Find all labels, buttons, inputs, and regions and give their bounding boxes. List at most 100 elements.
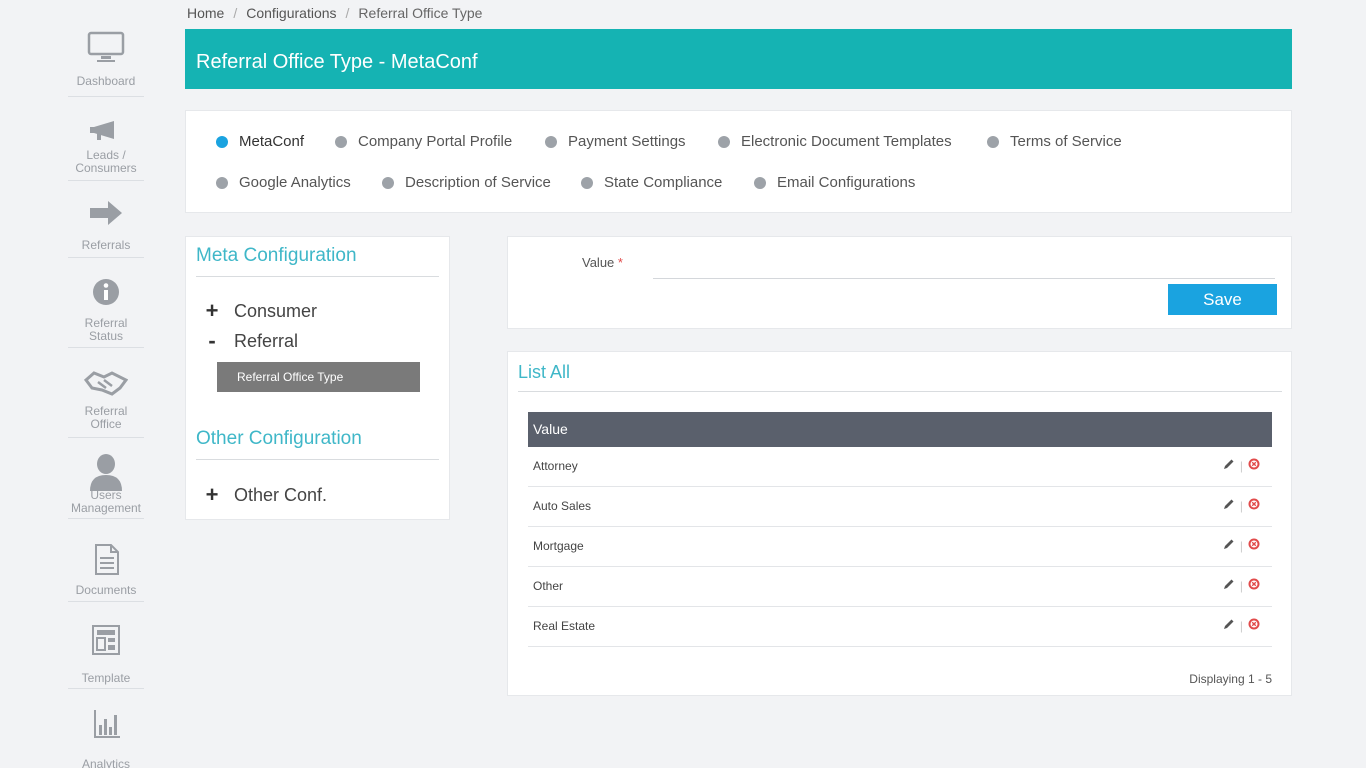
row-actions: | [1223, 487, 1260, 525]
dot-icon [581, 176, 593, 189]
tab-label: Company Portal Profile [358, 133, 513, 150]
row-value: Auto Sales [533, 499, 592, 513]
row-actions: | [1223, 527, 1260, 565]
divider [196, 276, 439, 277]
tab-label: Description of Service [405, 174, 551, 191]
delete-circle-icon[interactable] [1248, 527, 1260, 565]
sidebar-item-dashboard[interactable]: Dashboard [68, 30, 144, 97]
action-divider: | [1239, 499, 1243, 513]
breadcrumb: Home / Configurations / Referral Office Type [187, 5, 482, 21]
sidebar-item-label: Users Management [70, 488, 142, 515]
tab-google-analytics[interactable]: Google Analytics [216, 174, 351, 191]
value-form: Value * Save [507, 236, 1292, 329]
row-actions: | [1223, 567, 1260, 605]
sidebar-item-label: Leads / Consumers [75, 148, 137, 175]
sidebar-item-users-management[interactable]: Users Management [68, 453, 144, 519]
tab-terms-of-service[interactable]: Terms of Service [987, 133, 1122, 150]
tree-item-consumer[interactable]: + Consumer [202, 298, 317, 324]
arrow-right-icon [68, 198, 144, 231]
row-value: Real Estate [533, 619, 596, 633]
delete-circle-icon[interactable] [1248, 607, 1260, 645]
breadcrumb-configurations[interactable]: Configurations [246, 5, 336, 21]
value-label-text: Value [582, 255, 615, 270]
save-button[interactable]: Save [1168, 284, 1277, 315]
row-value: Other [533, 579, 564, 593]
monitor-icon [68, 30, 144, 67]
breadcrumb-current: Referral Office Type [358, 5, 483, 21]
tab-label: Electronic Document Templates [741, 133, 952, 150]
required-marker: * [617, 255, 623, 270]
edit-pencil-icon[interactable] [1223, 447, 1235, 485]
sidebar-item-label: Template [81, 671, 131, 685]
other-configuration-title: Other Configuration [196, 428, 362, 449]
handshake-icon [68, 370, 144, 399]
action-divider: | [1239, 539, 1243, 553]
dot-icon [382, 176, 394, 189]
expand-plus-icon[interactable]: + [202, 298, 222, 324]
sidebar-item-label: Referral Status [84, 316, 128, 343]
table-row: Auto Sales | [528, 487, 1272, 527]
sidebar-item-template[interactable]: Template [68, 623, 144, 689]
sidebar-item-label: Dashboard [76, 74, 136, 88]
tree-item-other-conf[interactable]: + Other Conf. [202, 482, 327, 508]
tab-state-compliance[interactable]: State Compliance [581, 174, 722, 191]
sidebar-item-label: Documents [75, 583, 137, 597]
tab-electronic-document-templates[interactable]: Electronic Document Templates [718, 133, 952, 150]
tab-label: Payment Settings [568, 133, 686, 150]
tab-metaconf[interactable]: MetaConf [216, 133, 304, 150]
table-row: Mortgage | [528, 527, 1272, 567]
delete-circle-icon[interactable] [1248, 567, 1260, 605]
divider [518, 391, 1282, 392]
dot-icon [718, 135, 730, 148]
row-value: Attorney [533, 459, 578, 473]
tab-label: Google Analytics [239, 174, 351, 191]
table-header-value: Value [528, 412, 1272, 447]
sidebar-item-documents[interactable]: Documents [68, 543, 144, 602]
tab-company-portal-profile[interactable]: Company Portal Profile [335, 133, 512, 150]
row-actions: | [1223, 607, 1260, 645]
row-value: Mortgage [533, 539, 584, 553]
collapse-minus-icon[interactable]: - [202, 328, 222, 354]
action-divider: | [1239, 459, 1243, 473]
edit-pencil-icon[interactable] [1223, 607, 1235, 645]
dot-icon [754, 176, 766, 189]
tab-description-of-service[interactable]: Description of Service [382, 174, 551, 191]
sidebar-item-referral-status[interactable]: Referral Status [68, 278, 144, 348]
edit-pencil-icon[interactable] [1223, 567, 1235, 605]
tree-item-label: Other Conf. [234, 484, 328, 505]
delete-circle-icon[interactable] [1248, 487, 1260, 525]
tree-item-referral[interactable]: - Referral [202, 328, 298, 354]
tab-email-configurations[interactable]: Email Configurations [754, 174, 915, 191]
document-icon [68, 543, 144, 578]
value-input[interactable] [653, 257, 1275, 279]
edit-pencil-icon[interactable] [1223, 487, 1235, 525]
breadcrumb-separator: / [345, 5, 350, 21]
sidebar-item-analytics[interactable]: Analytics [68, 707, 144, 768]
sidebar-item-referrals[interactable]: Referrals [68, 198, 144, 258]
dot-icon [335, 135, 347, 148]
meta-configuration-title: Meta Configuration [196, 245, 357, 266]
expand-plus-icon[interactable]: + [202, 482, 222, 508]
action-divider: | [1239, 619, 1243, 633]
breadcrumb-home[interactable]: Home [187, 5, 224, 21]
tab-label: Terms of Service [1010, 133, 1122, 150]
table-row: Real Estate | [528, 607, 1272, 647]
sidebar-nav: Dashboard Leads / Consumers Referrals Re… [0, 0, 180, 768]
tree-item-referral-office-type[interactable]: Referral Office Type [217, 362, 420, 392]
pagination-status: Displaying 1 - 5 [1189, 672, 1272, 686]
row-actions: | [1223, 447, 1260, 485]
megaphone-icon [68, 118, 144, 145]
tab-label: Email Configurations [777, 174, 916, 191]
delete-circle-icon[interactable] [1248, 447, 1260, 485]
values-table: Value Attorney | Auto Sales | Mortgage | [528, 412, 1272, 647]
sidebar-item-leads[interactable]: Leads / Consumers [68, 118, 144, 181]
bar-chart-icon [68, 707, 144, 744]
list-all-title: List All [518, 362, 571, 382]
sidebar-item-referral-office[interactable]: Referral Office [68, 370, 144, 438]
sidebar-item-label: Referrals [81, 238, 131, 252]
edit-pencil-icon[interactable] [1223, 527, 1235, 565]
dot-icon [987, 135, 999, 148]
tab-payment-settings[interactable]: Payment Settings [545, 133, 686, 150]
dot-icon [545, 135, 557, 148]
tab-label: State Compliance [604, 174, 723, 191]
